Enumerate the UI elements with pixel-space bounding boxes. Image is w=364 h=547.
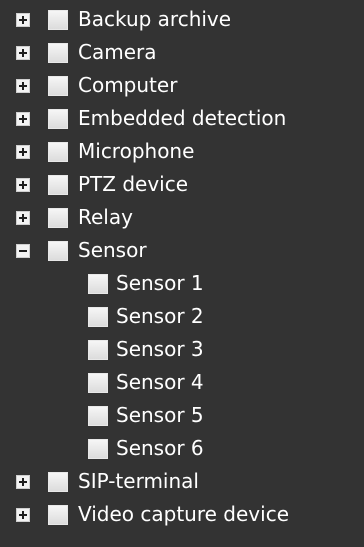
tree-item-label: Backup archive xyxy=(78,7,232,31)
tree-item-video-capture-device[interactable]: Video capture device xyxy=(0,498,364,531)
tree-item-ptz-device[interactable]: PTZ device xyxy=(0,168,364,201)
tree-item-label: Sensor 2 xyxy=(116,304,204,328)
tree-item-relay[interactable]: Relay xyxy=(0,201,364,234)
checkbox[interactable] xyxy=(88,439,108,459)
tree-item-sensor-5[interactable]: Sensor 5 xyxy=(0,399,364,432)
tree-item-embedded-detection[interactable]: Embedded detection xyxy=(0,102,364,135)
checkbox[interactable] xyxy=(48,76,68,96)
tree-item-label: Sensor 5 xyxy=(116,403,204,427)
checkbox[interactable] xyxy=(48,109,68,129)
expand-icon[interactable] xyxy=(16,145,30,159)
tree-item-computer[interactable]: Computer xyxy=(0,69,364,102)
tree-item-label: Sensor xyxy=(78,238,147,262)
tree-item-sensor-2[interactable]: Sensor 2 xyxy=(0,300,364,333)
checkbox[interactable] xyxy=(88,307,108,327)
checkbox[interactable] xyxy=(48,505,68,525)
tree-item-sensor-1[interactable]: Sensor 1 xyxy=(0,267,364,300)
expand-icon[interactable] xyxy=(16,13,30,27)
checkbox[interactable] xyxy=(88,340,108,360)
expand-icon[interactable] xyxy=(16,79,30,93)
expand-icon[interactable] xyxy=(16,178,30,192)
tree-item-label: Embedded detection xyxy=(78,106,287,130)
tree-item-label: Sensor 1 xyxy=(116,271,204,295)
tree-item-label: Relay xyxy=(78,205,133,229)
checkbox[interactable] xyxy=(48,241,68,261)
checkbox[interactable] xyxy=(48,472,68,492)
expand-icon[interactable] xyxy=(16,46,30,60)
collapse-icon[interactable] xyxy=(16,244,30,258)
tree-item-sensor-3[interactable]: Sensor 3 xyxy=(0,333,364,366)
checkbox[interactable] xyxy=(88,406,108,426)
tree-item-label: SIP-terminal xyxy=(78,469,199,493)
tree-item-sensor-4[interactable]: Sensor 4 xyxy=(0,366,364,399)
checkbox[interactable] xyxy=(48,10,68,30)
tree-item-label: Computer xyxy=(78,73,178,97)
expand-icon[interactable] xyxy=(16,112,30,126)
expand-icon[interactable] xyxy=(16,475,30,489)
tree-item-label: Microphone xyxy=(78,139,195,163)
checkbox[interactable] xyxy=(48,175,68,195)
checkbox[interactable] xyxy=(48,208,68,228)
tree-item-camera[interactable]: Camera xyxy=(0,36,364,69)
checkbox[interactable] xyxy=(48,43,68,63)
tree-item-sensor[interactable]: Sensor xyxy=(0,234,364,267)
tree-item-label: PTZ device xyxy=(78,172,189,196)
checkbox[interactable] xyxy=(48,142,68,162)
expand-icon[interactable] xyxy=(16,211,30,225)
tree-item-sensor-6[interactable]: Sensor 6 xyxy=(0,432,364,465)
tree-item-label: Camera xyxy=(78,40,157,64)
tree-item-label: Video capture device xyxy=(78,502,289,526)
checkbox[interactable] xyxy=(88,373,108,393)
tree-item-microphone[interactable]: Microphone xyxy=(0,135,364,168)
tree-item-label: Sensor 6 xyxy=(116,436,204,460)
checkbox[interactable] xyxy=(88,274,108,294)
expand-icon[interactable] xyxy=(16,508,30,522)
tree-item-label: Sensor 4 xyxy=(116,370,204,394)
device-tree: Backup archive Camera Computer Embedded … xyxy=(0,0,364,547)
tree-item-label: Sensor 3 xyxy=(116,337,204,361)
tree-item-backup-archive[interactable]: Backup archive xyxy=(0,3,364,36)
tree-item-sip-terminal[interactable]: SIP-terminal xyxy=(0,465,364,498)
